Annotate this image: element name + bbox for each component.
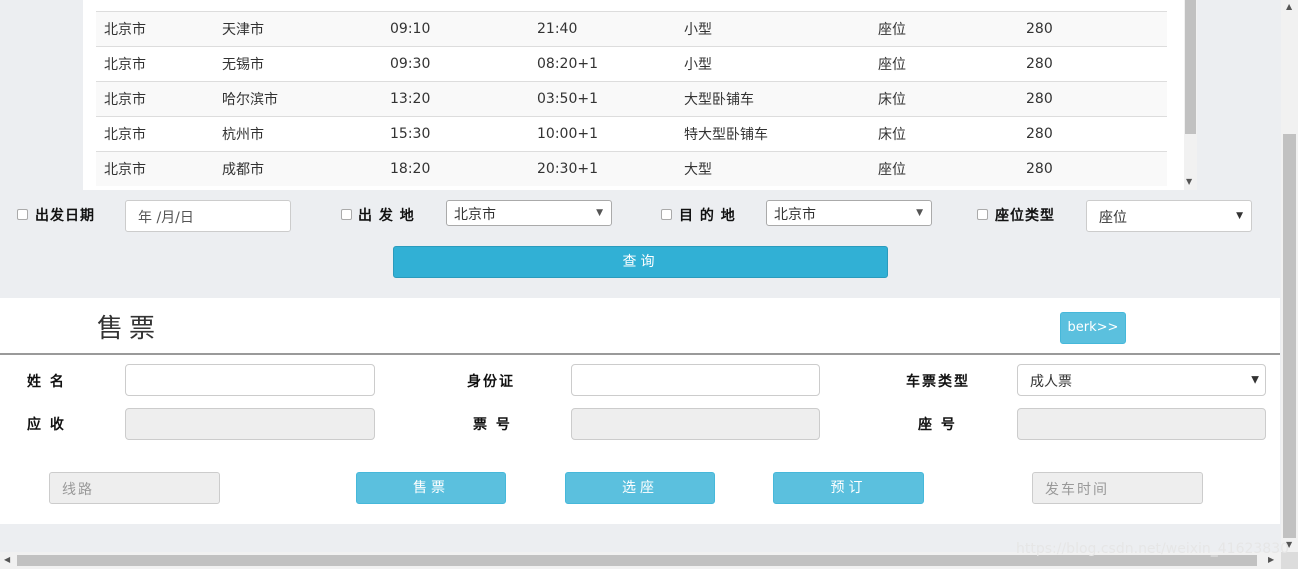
dest-label: 目 的 地 bbox=[679, 208, 736, 224]
berk-button[interactable]: berk>> bbox=[1060, 312, 1126, 344]
ticket-type-select[interactable]: 成人票 ▼ bbox=[1017, 364, 1266, 396]
table-cell: 09:30 bbox=[390, 56, 431, 72]
ticket-no-field[interactable] bbox=[571, 408, 820, 440]
origin-checkbox[interactable] bbox=[341, 209, 352, 220]
chevron-down-icon: ▼ bbox=[596, 208, 603, 218]
choose-seat-button[interactable]: 选座 bbox=[565, 472, 715, 504]
origin-value: 北京市 bbox=[454, 207, 496, 223]
table-cell: 杭州市 bbox=[222, 127, 264, 143]
table-cell: 成都市 bbox=[222, 162, 264, 178]
table-cell: 床位 bbox=[878, 127, 906, 143]
chevron-down-icon: ▼ bbox=[1251, 374, 1259, 386]
table-cell: 280 bbox=[1026, 161, 1053, 177]
ticket-sale-panel: 售票 berk>> 姓 名 身份证 车票类型 成人票 ▼ 应 收 票 号 座 号… bbox=[0, 298, 1280, 524]
route-field[interactable]: 线路 bbox=[49, 472, 220, 504]
table-cell: 无锡市 bbox=[222, 57, 264, 73]
departure-placeholder: 发车时间 bbox=[1045, 482, 1109, 498]
table-cell: 北京市 bbox=[104, 127, 146, 143]
table-cell: 天津市 bbox=[222, 22, 264, 38]
watermark: https://blog.csdn.net/weixin_41623830 bbox=[1016, 541, 1290, 557]
table-cell: 特大型卧铺车 bbox=[684, 127, 768, 143]
table-scrollbar[interactable]: ▼ bbox=[1184, 0, 1197, 190]
query-bar: 出发日期 年 /月/日 出 发 地 北京市 ▼ 目 的 地 北京市 ▼ 座位类型… bbox=[0, 198, 1280, 234]
seat-type-value: 座位 bbox=[1099, 210, 1127, 226]
table-cell: 小型 bbox=[684, 57, 712, 73]
reserve-button[interactable]: 预订 bbox=[773, 472, 924, 504]
table-cell: 床位 bbox=[878, 92, 906, 108]
origin-select[interactable]: 北京市 ▼ bbox=[446, 200, 612, 226]
table-cell: 280 bbox=[1026, 91, 1053, 107]
seat-type-checkbox[interactable] bbox=[977, 209, 988, 220]
panel-title: 售票 bbox=[97, 314, 162, 344]
table-cell: 10:00+1 bbox=[537, 126, 598, 142]
chevron-down-icon: ▼ bbox=[916, 208, 923, 218]
page-vertical-scrollbar-thumb[interactable] bbox=[1283, 134, 1296, 538]
receivable-label: 应 收 bbox=[27, 417, 66, 433]
table-cell: 280 bbox=[1026, 56, 1053, 72]
table-cell: 20:30+1 bbox=[537, 161, 598, 177]
table-row[interactable]: 北京市 哈尔滨市 13:20 03:50+1 大型卧铺车 床位 280 bbox=[96, 81, 1167, 116]
table-row[interactable]: 北京市 杭州市 15:30 10:00+1 特大型卧铺车 床位 280 bbox=[96, 116, 1167, 151]
seat-type-label: 座位类型 bbox=[995, 208, 1055, 224]
departure-time-field[interactable]: 发车时间 bbox=[1032, 472, 1203, 504]
table-scrollbar-thumb[interactable] bbox=[1185, 0, 1196, 134]
table-row[interactable]: 北京市 天津市 09:10 21:40 小型 座位 280 bbox=[96, 11, 1167, 46]
table-cell: 大型卧铺车 bbox=[684, 92, 754, 108]
route-placeholder: 线路 bbox=[62, 482, 94, 498]
table-cell: 北京市 bbox=[104, 22, 146, 38]
schedule-table-body: 北京市 天津市 09:10 21:40 小型 座位 280 北京市 无锡市 09:30 08:20+… bbox=[96, 11, 1167, 186]
chevron-down-icon: ▼ bbox=[1236, 211, 1243, 221]
id-label: 身份证 bbox=[467, 374, 515, 390]
receivable-field[interactable] bbox=[125, 408, 375, 440]
seat-no-label: 座 号 bbox=[918, 417, 957, 433]
ticket-type-value: 成人票 bbox=[1030, 374, 1072, 390]
divider bbox=[0, 353, 1280, 355]
table-cell: 13:20 bbox=[390, 91, 431, 107]
dest-checkbox[interactable] bbox=[661, 209, 672, 220]
table-cell: 座位 bbox=[878, 22, 906, 38]
id-field[interactable] bbox=[571, 364, 820, 396]
scroll-down-arrow-icon[interactable]: ▼ bbox=[1186, 177, 1192, 186]
schedule-table: 北京市 天津市 09:10 21:40 小型 座位 280 北京市 无锡市 09:30 08:20+… bbox=[83, 0, 1197, 190]
date-input[interactable]: 年 /月/日 bbox=[125, 200, 291, 232]
table-cell: 北京市 bbox=[104, 92, 146, 108]
scroll-left-arrow-icon[interactable]: ◀ bbox=[4, 555, 10, 564]
origin-label: 出 发 地 bbox=[358, 208, 415, 224]
date-label: 出发日期 bbox=[35, 208, 95, 224]
ticket-no-label: 票 号 bbox=[473, 417, 512, 433]
table-cell: 15:30 bbox=[390, 126, 431, 142]
date-placeholder: 年 /月/日 bbox=[138, 210, 194, 226]
table-cell: 280 bbox=[1026, 21, 1053, 37]
table-cell: 09:10 bbox=[390, 21, 431, 37]
dest-value: 北京市 bbox=[774, 207, 816, 223]
table-cell: 大型 bbox=[684, 162, 712, 178]
table-cell: 08:20+1 bbox=[537, 56, 598, 72]
table-cell: 北京市 bbox=[104, 57, 146, 73]
sell-button[interactable]: 售票 bbox=[356, 472, 506, 504]
name-field[interactable] bbox=[125, 364, 375, 396]
table-row[interactable]: 北京市 成都市 18:20 20:30+1 大型 座位 280 bbox=[96, 151, 1167, 186]
ticket-type-label: 车票类型 bbox=[906, 374, 970, 390]
seat-type-select[interactable]: 座位 ▼ bbox=[1086, 200, 1252, 232]
table-row[interactable]: 北京市 无锡市 09:30 08:20+1 小型 座位 280 bbox=[96, 46, 1167, 81]
name-label: 姓 名 bbox=[27, 374, 66, 390]
table-cell: 哈尔滨市 bbox=[222, 92, 278, 108]
seat-no-field[interactable] bbox=[1017, 408, 1266, 440]
table-cell: 座位 bbox=[878, 57, 906, 73]
table-cell: 小型 bbox=[684, 22, 712, 38]
table-cell: 03:50+1 bbox=[537, 91, 598, 107]
table-cell: 18:20 bbox=[390, 161, 431, 177]
table-cell: 280 bbox=[1026, 126, 1053, 142]
scroll-up-arrow-icon[interactable]: ▲ bbox=[1286, 2, 1292, 11]
date-checkbox[interactable] bbox=[17, 209, 28, 220]
table-cell: 座位 bbox=[878, 162, 906, 178]
table-cell: 21:40 bbox=[537, 21, 578, 37]
table-cell: 北京市 bbox=[104, 162, 146, 178]
dest-select[interactable]: 北京市 ▼ bbox=[766, 200, 932, 226]
page-vertical-scrollbar[interactable]: ▲ ▼ bbox=[1281, 0, 1298, 552]
search-button[interactable]: 查询 bbox=[393, 246, 888, 278]
